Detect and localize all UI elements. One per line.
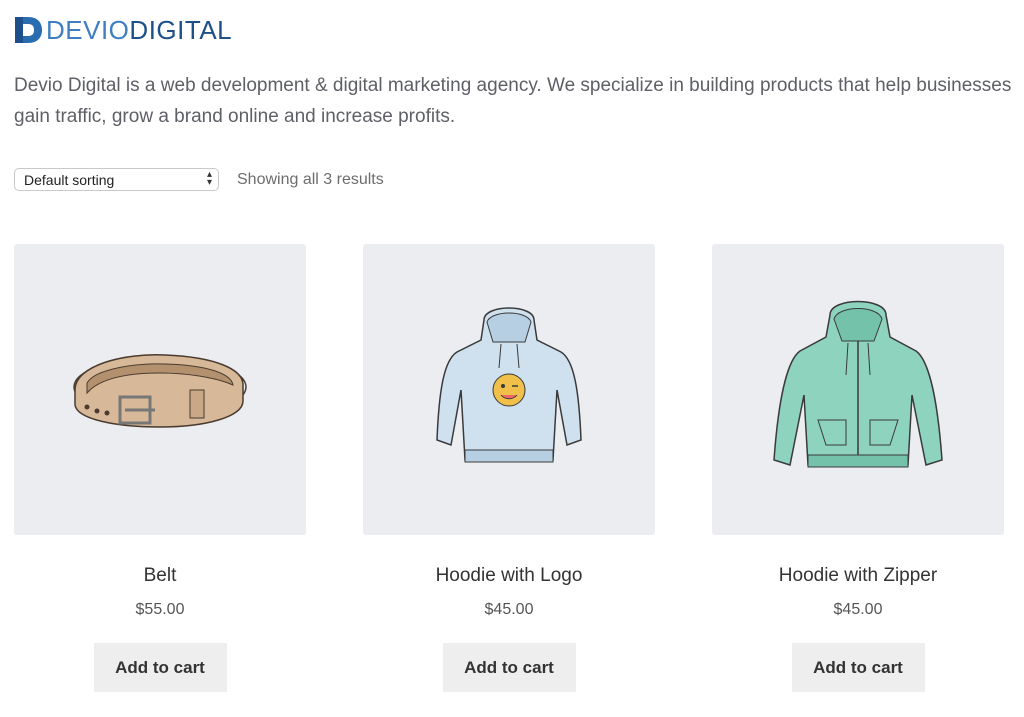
add-to-cart-button[interactable]: Add to cart [442,643,576,692]
product-card: Hoodie with Logo $45.00 Add to cart [363,244,655,692]
product-title[interactable]: Hoodie with Zipper [779,565,937,589]
logo-text-devio: DEVIO [46,15,130,45]
product-image-link[interactable] [363,244,655,535]
product-grid: Belt $55.00 Add to cart Hoodie with Logo… [14,244,1004,692]
product-price: $45.00 [484,601,534,618]
site-logo[interactable]: DEVIODIGITAL [14,14,232,46]
logo-d-icon [15,17,42,43]
add-to-cart-button[interactable]: Add to cart [93,643,227,692]
product-price: $55.00 [135,601,185,618]
add-to-cart-button[interactable]: Add to cart [791,643,925,692]
shop-toolbar: Default sorting ▴ ▾ Showing all 3 results [14,168,384,191]
logo-text-digital: DIGITAL [129,15,233,45]
result-count: Showing all 3 results [237,170,384,188]
belt-image [73,353,247,428]
sort-select-value: Default sorting [24,171,115,188]
select-arrows-icon: ▴ ▾ [206,169,212,188]
intro-text: Devio Digital is a web development & dig… [14,75,1012,127]
product-title[interactable]: Hoodie with Logo [436,565,583,589]
product-card: Hoodie with Zipper $45.00 Add to cart [712,244,1004,692]
product-image-link[interactable] [14,244,306,535]
product-title[interactable]: Belt [144,565,177,589]
hoodie-zipper-image [773,300,943,467]
sort-select[interactable]: Default sorting ▴ ▾ [14,168,219,191]
product-price: $45.00 [833,601,883,618]
product-card: Belt $55.00 Add to cart [14,244,306,692]
hoodie-logo-image [436,306,582,462]
product-image-link[interactable] [712,244,1004,535]
